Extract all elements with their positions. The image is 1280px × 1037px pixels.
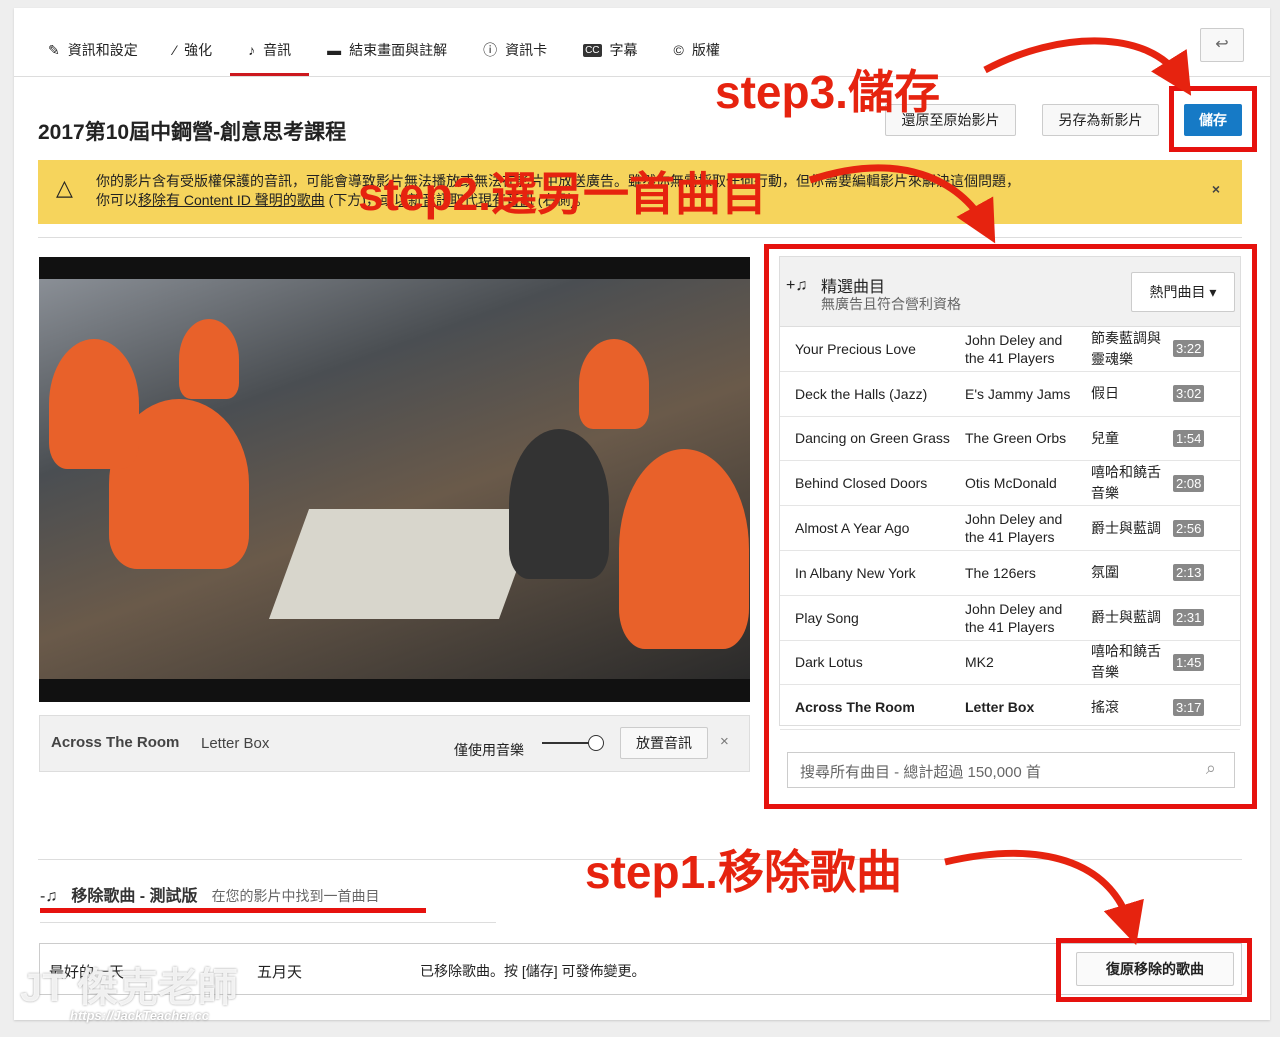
arrow-to-save: [983, 37, 1192, 96]
watermark-url: https://JackTeacher.cc: [70, 1008, 209, 1023]
arrow-to-restore: [944, 849, 1144, 946]
arrow-to-tracks: [808, 164, 996, 244]
annotation-arrows: [808, 37, 1192, 946]
watermark-logo: JT 傑克老師: [20, 966, 238, 1010]
